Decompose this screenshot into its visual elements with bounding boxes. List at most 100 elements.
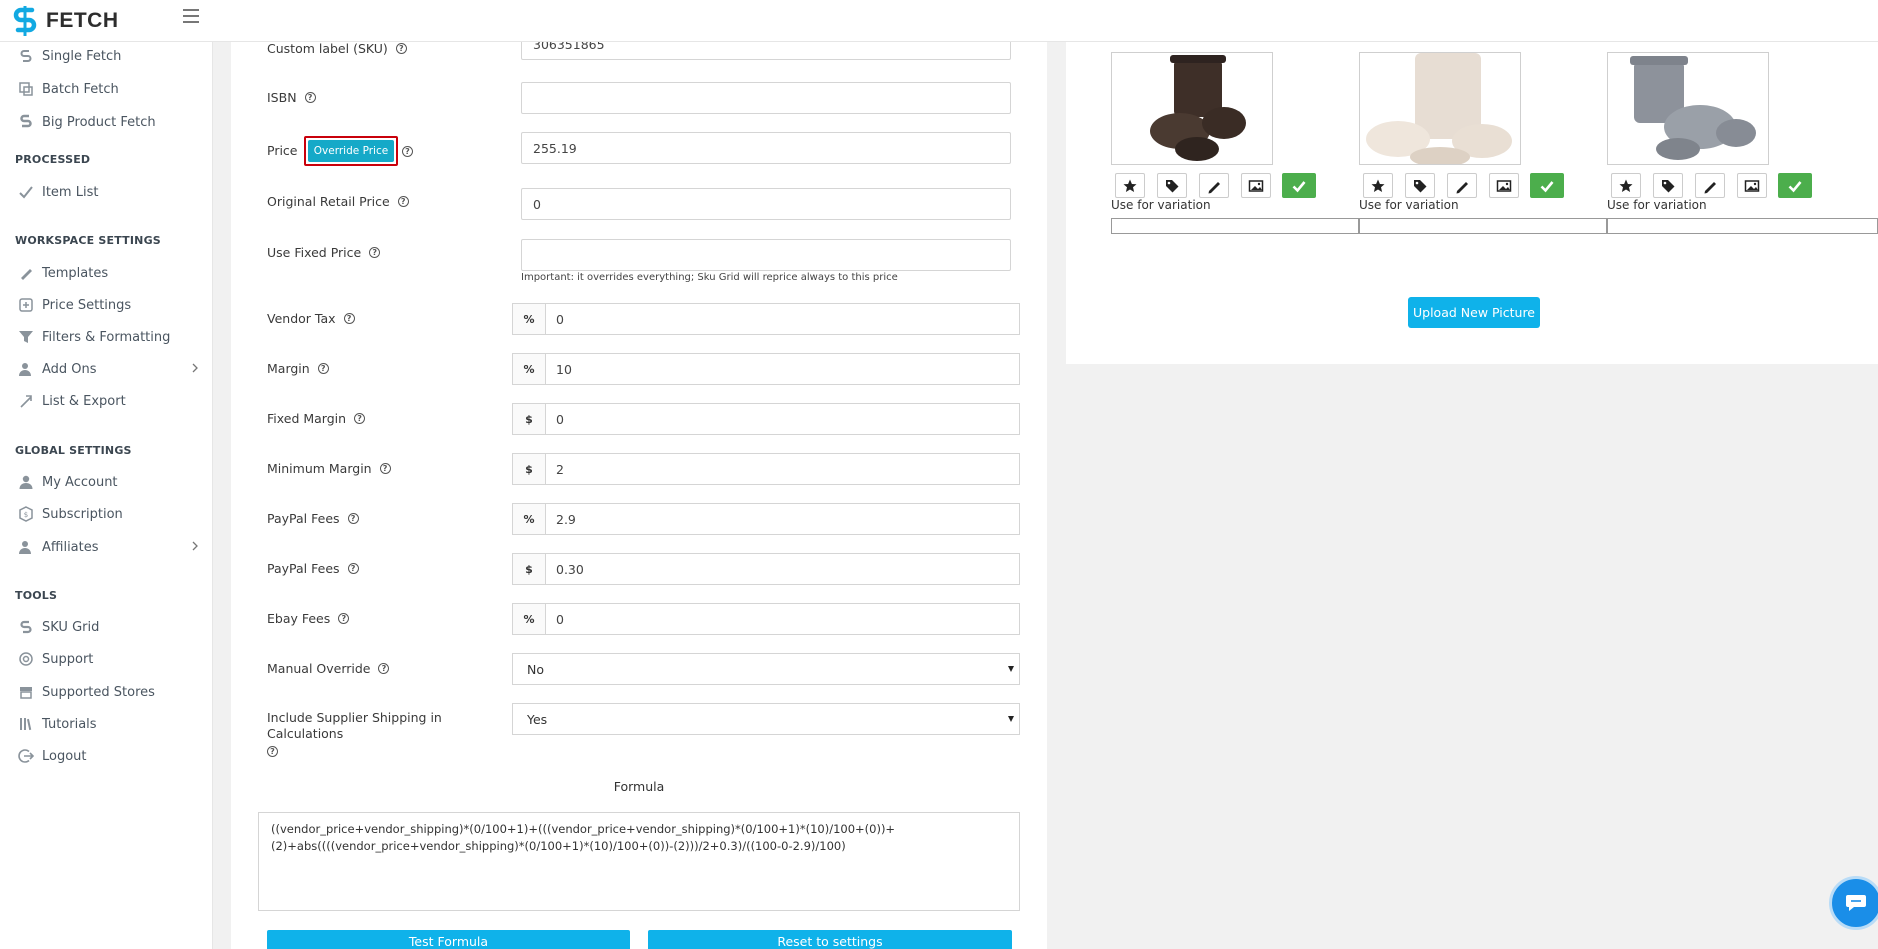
supplier-shipping-select[interactable]: Yes: [512, 703, 1020, 735]
field-label: PayPal Fees: [267, 561, 340, 576]
help-icon[interactable]: ?: [347, 513, 359, 524]
pencil-icon: [1456, 181, 1468, 193]
pencil-button[interactable]: [1199, 173, 1229, 198]
star-button[interactable]: [1115, 173, 1145, 198]
margin-label: Margin?: [267, 361, 329, 376]
sidebar-item-label: Supported Stores: [42, 684, 155, 700]
svg-text:$: $: [24, 511, 28, 519]
pencil-button[interactable]: [1695, 173, 1725, 198]
help-icon[interactable]: ?: [343, 313, 355, 324]
percent-addon: %: [513, 304, 546, 334]
override-price-button[interactable]: Override Price: [304, 136, 398, 166]
sidebar-item-filters-formatting[interactable]: Filters & Formatting: [18, 327, 198, 347]
minimum-margin-input[interactable]: $2: [512, 453, 1020, 485]
sidebar-item-subscription[interactable]: $ Subscription: [18, 504, 198, 524]
help-icon[interactable]: ?: [267, 746, 278, 757]
image-button[interactable]: [1737, 173, 1767, 198]
help-icon[interactable]: ?: [397, 196, 409, 207]
brand-name: FETCH: [46, 9, 119, 32]
filter-icon: [19, 331, 33, 343]
caret-down-icon: [1008, 666, 1014, 672]
pencil-icon: [1208, 181, 1220, 193]
help-icon[interactable]: ?: [338, 613, 350, 624]
sidebar-item-single-fetch[interactable]: Single Fetch: [18, 46, 198, 66]
sidebar-item-my-account[interactable]: My Account: [18, 472, 198, 492]
sidebar-item-batch-fetch[interactable]: Batch Fetch: [18, 79, 198, 99]
dollar-addon: $: [513, 554, 546, 584]
field-value: 0: [556, 611, 564, 627]
sidebar-item-templates[interactable]: Templates: [18, 263, 198, 283]
help-icon[interactable]: ?: [369, 247, 381, 258]
field-value: 0: [556, 311, 564, 327]
manual-override-select[interactable]: No: [512, 653, 1020, 685]
sidebar-item-label: Logout: [42, 748, 87, 764]
field-label: Margin: [267, 361, 310, 376]
variation-select[interactable]: [1607, 218, 1878, 234]
tag-button[interactable]: [1157, 173, 1187, 198]
sidebar-item-sku-grid[interactable]: SKU Grid: [18, 617, 198, 637]
help-icon[interactable]: ?: [395, 42, 407, 54]
help-icon[interactable]: ?: [354, 413, 366, 424]
chevron-right-icon: [192, 541, 198, 551]
confirm-button[interactable]: [1778, 173, 1812, 198]
sidebar-item-tutorials[interactable]: Tutorials: [18, 714, 198, 734]
help-icon[interactable]: ?: [379, 463, 391, 474]
percent-addon: %: [513, 504, 546, 534]
price-settings-icon: [19, 298, 33, 312]
sidebar-item-list-export[interactable]: List & Export: [18, 391, 198, 411]
ebay-fees-input[interactable]: % 0: [512, 603, 1020, 635]
formula-textarea[interactable]: ((vendor_price+vendor_shipping)*(0/100+1…: [258, 812, 1020, 911]
reset-settings-button[interactable]: Reset to settings: [648, 930, 1012, 949]
sidebar-item-label: Item List: [42, 184, 99, 200]
paypal-percent-input[interactable]: % 2.9: [512, 503, 1020, 535]
help-icon[interactable]: ?: [378, 663, 390, 674]
help-icon[interactable]: ?: [347, 563, 359, 574]
star-button[interactable]: [1611, 173, 1641, 198]
fixed-margin-input[interactable]: $0: [512, 403, 1020, 435]
image-button[interactable]: [1241, 173, 1271, 198]
test-formula-button[interactable]: Test Formula: [267, 930, 630, 949]
sidebar-item-add-ons[interactable]: Add Ons: [18, 359, 198, 379]
ebay-fees-label: Ebay Fees?: [267, 611, 350, 626]
sidebar-item-support[interactable]: Support: [18, 649, 198, 669]
variation-select[interactable]: [1111, 218, 1359, 234]
image-button[interactable]: [1489, 173, 1519, 198]
fixed-price-input[interactable]: [521, 239, 1011, 271]
margin-input[interactable]: % 10: [512, 353, 1020, 385]
confirm-button[interactable]: [1530, 173, 1564, 198]
fixed-price-note: Important: it overrides everything; Sku …: [521, 272, 898, 283]
tag-button[interactable]: [1653, 173, 1683, 198]
product-image-2[interactable]: [1359, 52, 1521, 165]
sidebar: Single Fetch Batch Fetch Big Product Fet…: [0, 42, 213, 949]
section-workspace-settings: WORKSPACE SETTINGS: [15, 234, 161, 247]
help-icon[interactable]: ?: [402, 146, 413, 157]
field-label: Manual Override: [267, 661, 371, 676]
help-icon[interactable]: ?: [317, 363, 329, 374]
price-input[interactable]: 255.19: [521, 132, 1011, 164]
paypal-fixed-input[interactable]: $0.30: [512, 553, 1020, 585]
tag-button[interactable]: [1405, 173, 1435, 198]
original-retail-input[interactable]: 0: [521, 188, 1011, 220]
chat-button[interactable]: [1829, 876, 1878, 930]
star-button[interactable]: [1363, 173, 1393, 198]
vendor-tax-input[interactable]: % 0: [512, 303, 1020, 335]
user-plus-icon: [19, 363, 31, 376]
confirm-button[interactable]: [1282, 173, 1316, 198]
product-image-1[interactable]: [1111, 52, 1273, 165]
field-value: 0: [556, 411, 564, 427]
variation-select[interactable]: [1359, 218, 1607, 234]
sidebar-item-affiliates[interactable]: Affiliates: [18, 537, 198, 557]
sidebar-item-item-list[interactable]: Item List: [18, 182, 198, 202]
product-image-3[interactable]: [1607, 52, 1769, 165]
help-icon[interactable]: ?: [304, 92, 316, 103]
isbn-input[interactable]: [521, 82, 1011, 114]
brand-logo[interactable]: FETCH: [12, 6, 119, 36]
sidebar-item-label: Tutorials: [42, 716, 97, 732]
sidebar-item-price-settings[interactable]: Price Settings: [18, 295, 198, 315]
pencil-button[interactable]: [1447, 173, 1477, 198]
sidebar-item-supported-stores[interactable]: Supported Stores: [18, 682, 198, 702]
sidebar-item-logout[interactable]: Logout: [18, 746, 198, 766]
sidebar-item-big-product-fetch[interactable]: Big Product Fetch: [18, 112, 198, 132]
upload-picture-button[interactable]: Upload New Picture: [1408, 297, 1540, 328]
menu-toggle-icon[interactable]: [183, 9, 199, 23]
